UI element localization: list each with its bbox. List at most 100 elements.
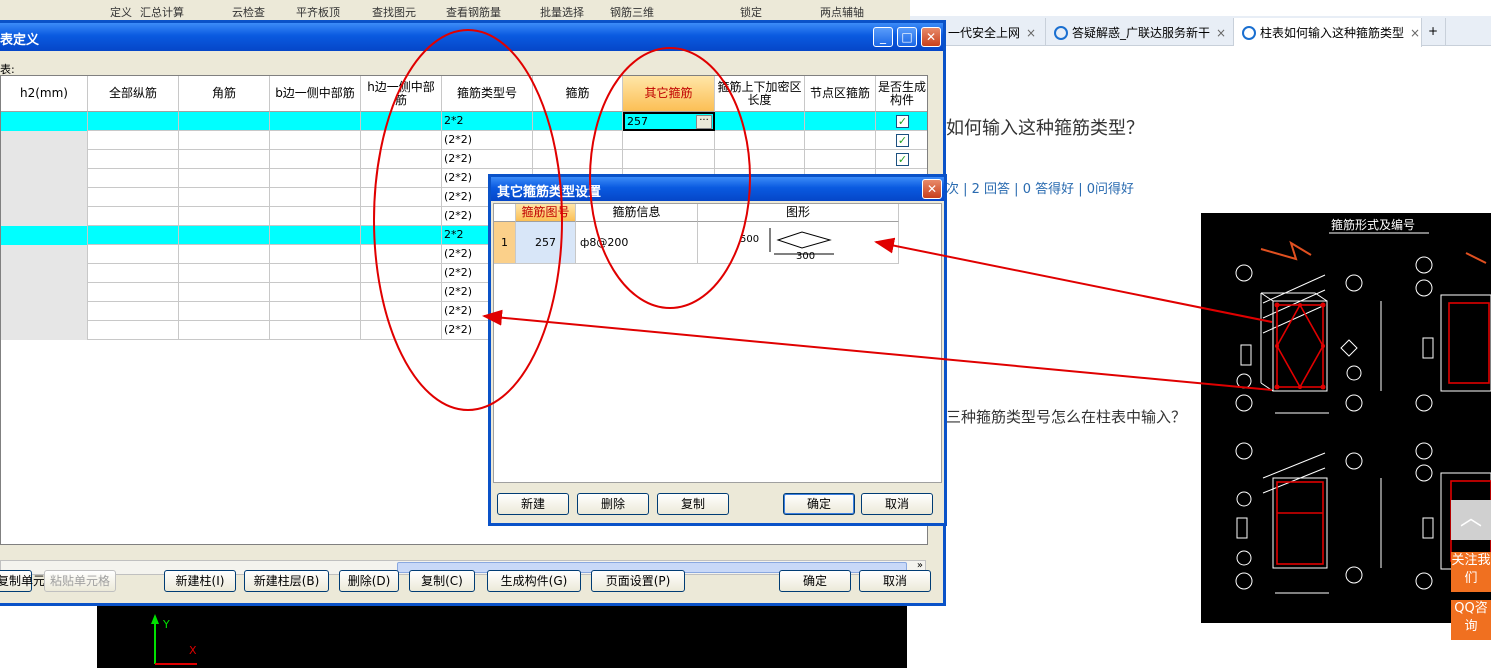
column-header[interactable]: 全部纵筋 bbox=[88, 76, 179, 112]
toolbar-item[interactable]: 批量选择 bbox=[540, 4, 584, 20]
browser-tab[interactable]: 答疑解惑_广联达服务新干 × bbox=[1046, 18, 1234, 46]
table-cell[interactable] bbox=[1, 207, 88, 226]
cancel-button[interactable]: 取消 bbox=[861, 493, 933, 515]
stirrup-type-grid[interactable]: 箍筋图号 箍筋信息 图形 1 257 ф8@200 500 300 bbox=[493, 203, 942, 483]
table-cell[interactable] bbox=[1, 302, 88, 321]
column-header[interactable]: h2(mm) bbox=[1, 76, 88, 112]
table-cell[interactable]: ✓ bbox=[876, 112, 927, 131]
table-cell[interactable] bbox=[361, 207, 442, 226]
toolbar-item[interactable]: 汇总计算 bbox=[140, 4, 184, 20]
column-header[interactable]: 其它箍筋 bbox=[623, 76, 715, 112]
maximize-icon[interactable]: □ bbox=[897, 27, 917, 47]
toolbar-item[interactable]: 两点辅轴 bbox=[820, 4, 864, 20]
scroll-top-icon[interactable]: ︿ bbox=[1451, 500, 1491, 540]
delete-button[interactable]: 删除 bbox=[577, 493, 649, 515]
table-cell[interactable] bbox=[179, 283, 270, 302]
table-cell[interactable] bbox=[88, 131, 179, 150]
table-cell[interactable] bbox=[179, 245, 270, 264]
generate-checkbox[interactable]: ✓ bbox=[896, 115, 909, 128]
table-cell[interactable] bbox=[270, 131, 361, 150]
table-cell[interactable] bbox=[361, 150, 442, 169]
ok-button[interactable]: 确定 bbox=[779, 570, 851, 592]
table-cell[interactable]: 2*2 bbox=[442, 112, 533, 131]
table-cell[interactable] bbox=[88, 150, 179, 169]
col-header-fig-no[interactable]: 箍筋图号 bbox=[516, 204, 576, 222]
toolbar-item[interactable]: 平齐板顶 bbox=[296, 4, 340, 20]
column-header[interactable]: 箍筋上下加密区长度 bbox=[715, 76, 805, 112]
table-cell[interactable] bbox=[179, 302, 270, 321]
table-row[interactable]: (2*2) ✓ bbox=[1, 131, 927, 150]
table-cell[interactable] bbox=[88, 321, 179, 340]
table-cell[interactable] bbox=[533, 112, 623, 131]
col-header-info[interactable]: 箍筋信息 bbox=[576, 204, 698, 222]
table-cell[interactable] bbox=[1, 226, 88, 245]
table-cell[interactable] bbox=[88, 245, 179, 264]
table-cell[interactable] bbox=[179, 188, 270, 207]
table-cell[interactable]: (2*2) bbox=[442, 131, 533, 150]
cell-info[interactable]: ф8@200 bbox=[576, 222, 698, 263]
column-header[interactable]: 角筋 bbox=[179, 76, 270, 112]
column-header[interactable]: h边一侧中部筋 bbox=[361, 76, 442, 112]
table-cell[interactable] bbox=[88, 302, 179, 321]
table-cell[interactable] bbox=[270, 264, 361, 283]
close-icon[interactable]: × bbox=[1410, 26, 1420, 40]
table-cell[interactable] bbox=[270, 226, 361, 245]
column-header[interactable]: 节点区箍筋 bbox=[805, 76, 876, 112]
close-icon[interactable]: × bbox=[1216, 26, 1226, 40]
new-tab-button[interactable]: + bbox=[1422, 18, 1446, 46]
table-cell[interactable] bbox=[270, 188, 361, 207]
copy-button[interactable]: 复制(C) bbox=[409, 570, 475, 592]
copy-button[interactable]: 复制 bbox=[657, 493, 729, 515]
table-cell[interactable] bbox=[88, 226, 179, 245]
follow-us-button[interactable]: 关注我们 bbox=[1451, 552, 1491, 592]
table-cell[interactable] bbox=[88, 169, 179, 188]
table-row[interactable]: 1 257 ф8@200 500 300 bbox=[494, 222, 899, 264]
table-cell[interactable] bbox=[179, 226, 270, 245]
table-cell[interactable] bbox=[533, 150, 623, 169]
table-cell[interactable] bbox=[179, 264, 270, 283]
table-cell[interactable] bbox=[1, 264, 88, 283]
table-cell[interactable]: ✓ bbox=[876, 131, 927, 150]
table-cell[interactable] bbox=[88, 283, 179, 302]
table-cell[interactable] bbox=[88, 264, 179, 283]
table-cell[interactable] bbox=[1, 283, 88, 302]
table-row[interactable]: 2*2 ✓ 257 ··· bbox=[1, 112, 927, 131]
table-cell[interactable] bbox=[1, 150, 88, 169]
toolbar-item[interactable]: 查看钢筋量 bbox=[446, 4, 501, 20]
table-cell[interactable] bbox=[270, 321, 361, 340]
table-cell[interactable]: (2*2) bbox=[442, 150, 533, 169]
table-cell[interactable] bbox=[361, 169, 442, 188]
table-cell[interactable] bbox=[1, 245, 88, 264]
new-column-button[interactable]: 新建柱(I) bbox=[164, 570, 236, 592]
delete-button[interactable]: 删除(D) bbox=[339, 570, 399, 592]
new-button[interactable]: 新建 bbox=[497, 493, 569, 515]
ellipsis-icon[interactable]: ··· bbox=[696, 115, 712, 129]
browser-tab-active[interactable]: 柱表如何输入这种箍筋类型 × bbox=[1234, 18, 1422, 47]
table-cell[interactable] bbox=[361, 131, 442, 150]
col-header-shape[interactable]: 图形 bbox=[698, 204, 899, 222]
table-cell[interactable] bbox=[179, 150, 270, 169]
table-cell[interactable] bbox=[533, 131, 623, 150]
close-icon[interactable]: ✕ bbox=[921, 27, 941, 47]
table-row[interactable]: (2*2) ✓ bbox=[1, 150, 927, 169]
table-cell[interactable] bbox=[361, 283, 442, 302]
cancel-button[interactable]: 取消 bbox=[859, 570, 931, 592]
table-cell[interactable]: ✓ bbox=[876, 150, 927, 169]
copy-cell-button[interactable]: 复制单元格 bbox=[0, 570, 57, 592]
table-cell[interactable] bbox=[179, 131, 270, 150]
table-cell[interactable] bbox=[623, 131, 715, 150]
cell-fig-no[interactable]: 257 bbox=[516, 222, 576, 263]
table-cell[interactable] bbox=[270, 169, 361, 188]
generate-checkbox[interactable]: ✓ bbox=[896, 153, 909, 166]
column-header[interactable]: 是否生成构件 bbox=[876, 76, 927, 112]
table-cell[interactable] bbox=[270, 112, 361, 131]
toolbar-item[interactable]: 云检查 bbox=[232, 4, 265, 20]
qq-consult-button[interactable]: QQ咨询 bbox=[1451, 600, 1491, 640]
table-cell[interactable] bbox=[361, 302, 442, 321]
ok-button[interactable]: 确定 bbox=[783, 493, 855, 515]
browser-tab[interactable]: 一代安全上网 × bbox=[940, 18, 1046, 46]
table-cell[interactable] bbox=[270, 150, 361, 169]
table-cell[interactable] bbox=[361, 188, 442, 207]
dialog-titlebar[interactable]: 表定义 _ □ ✕ bbox=[0, 23, 943, 51]
question-meta[interactable]: 次 | 2 回答 | 0 答得好 | 0问得好 bbox=[946, 178, 1134, 197]
